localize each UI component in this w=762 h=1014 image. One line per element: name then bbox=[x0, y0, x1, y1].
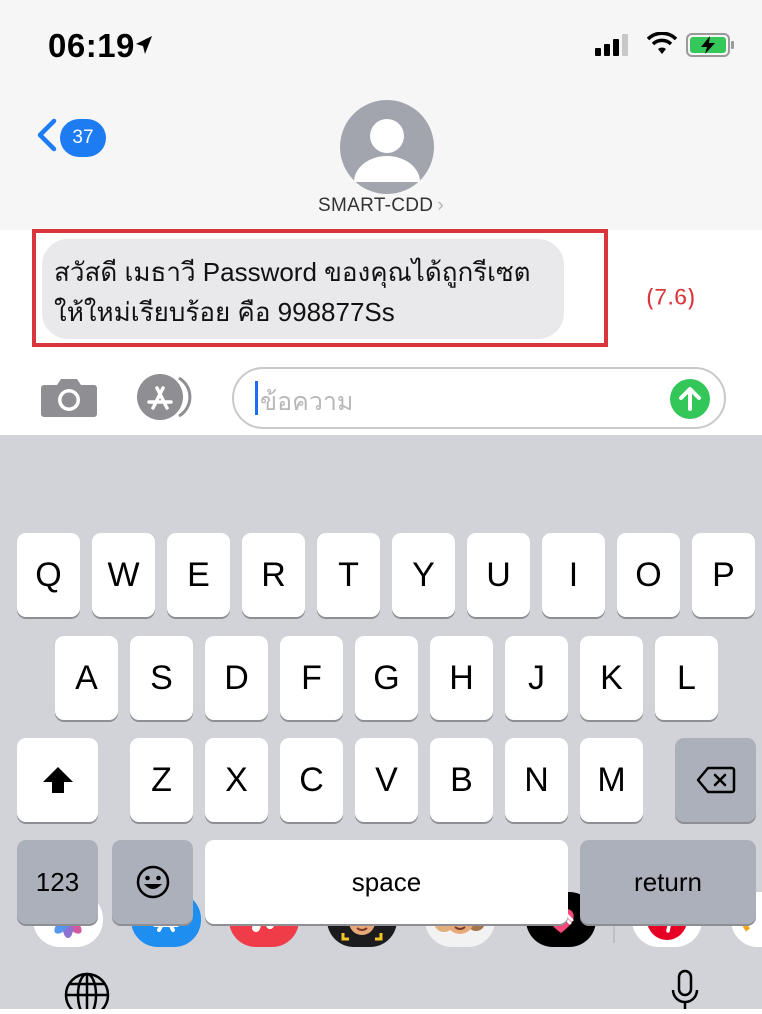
key-s[interactable]: S bbox=[130, 636, 193, 720]
message-bubble[interactable]: สวัสดี เมธาวี Password ของคุณได้ถูกรีเซต… bbox=[42, 239, 564, 339]
key-t[interactable]: T bbox=[317, 533, 380, 617]
chevron-right-icon: › bbox=[437, 195, 444, 216]
step-annotation: (7.6) bbox=[645, 284, 696, 312]
app-store-drawer-button[interactable] bbox=[137, 374, 201, 420]
delete-key[interactable] bbox=[675, 738, 756, 822]
wifi-icon bbox=[646, 31, 678, 61]
cellular-signal-icon bbox=[595, 34, 631, 61]
backspace-icon bbox=[696, 766, 735, 794]
key-a[interactable]: A bbox=[55, 636, 118, 720]
key-h[interactable]: H bbox=[430, 636, 493, 720]
space-key[interactable]: space bbox=[205, 840, 568, 924]
key-w[interactable]: W bbox=[92, 533, 155, 617]
send-button[interactable] bbox=[670, 379, 710, 419]
emoji-key[interactable] bbox=[112, 840, 193, 924]
key-v[interactable]: V bbox=[355, 738, 418, 822]
key-n[interactable]: N bbox=[505, 738, 568, 822]
text-cursor bbox=[255, 381, 258, 415]
key-z[interactable]: Z bbox=[130, 738, 193, 822]
return-key[interactable]: return bbox=[580, 840, 756, 924]
key-y[interactable]: Y bbox=[392, 533, 455, 617]
contact-avatar[interactable] bbox=[340, 100, 434, 194]
location-arrow-icon bbox=[134, 34, 154, 61]
battery-charging-icon bbox=[686, 33, 736, 62]
arrow-up-icon bbox=[679, 387, 701, 411]
status-bar: 06:19 bbox=[0, 0, 762, 90]
key-p[interactable]: P bbox=[692, 533, 755, 617]
unread-count-badge: 37 bbox=[60, 118, 106, 157]
key-o[interactable]: O bbox=[617, 533, 680, 617]
message-placeholder: ข้อความ bbox=[260, 388, 354, 416]
globe-icon[interactable] bbox=[62, 970, 112, 1014]
key-x[interactable]: X bbox=[205, 738, 268, 822]
key-m[interactable]: M bbox=[580, 738, 643, 822]
shift-key[interactable] bbox=[17, 738, 98, 822]
chevron-left-icon bbox=[36, 118, 58, 157]
microphone-icon[interactable] bbox=[668, 968, 702, 1014]
status-time: 06:19 bbox=[48, 27, 135, 64]
message-line: ให้ใหม่เรียบร้อย คือ 998877Ss bbox=[54, 297, 395, 327]
camera-icon[interactable] bbox=[40, 377, 98, 417]
key-j[interactable]: J bbox=[505, 636, 568, 720]
key-f[interactable]: F bbox=[280, 636, 343, 720]
back-button[interactable]: 37 bbox=[36, 118, 106, 157]
key-u[interactable]: U bbox=[467, 533, 530, 617]
contact-name: SMART-CDD bbox=[318, 195, 434, 216]
key-l[interactable]: L bbox=[655, 636, 718, 720]
key-d[interactable]: D bbox=[205, 636, 268, 720]
key-e[interactable]: E bbox=[167, 533, 230, 617]
message-line: สวัสดี เมธาวี Password ของคุณได้ถูกรีเซต bbox=[54, 257, 531, 287]
key-b[interactable]: B bbox=[430, 738, 493, 822]
emoji-icon bbox=[136, 865, 169, 899]
app-strip bbox=[0, 435, 762, 947]
key-r[interactable]: R bbox=[242, 533, 305, 617]
key-i[interactable]: I bbox=[542, 533, 605, 617]
key-q[interactable]: Q bbox=[17, 533, 80, 617]
key-c[interactable]: C bbox=[280, 738, 343, 822]
shift-icon bbox=[42, 767, 73, 793]
contact-name-link[interactable]: SMART-CDD › bbox=[0, 195, 762, 217]
key-k[interactable]: K bbox=[580, 636, 643, 720]
numbers-key[interactable]: 123 bbox=[17, 840, 98, 924]
key-g[interactable]: G bbox=[355, 636, 418, 720]
